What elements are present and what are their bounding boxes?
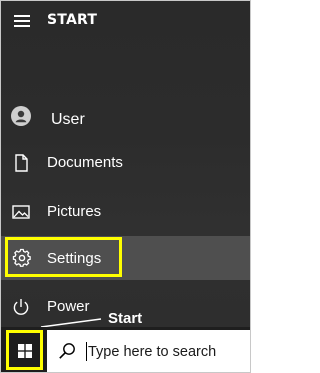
start-menu-panel: START User Documents Pictures Settings P… (1, 1, 250, 327)
search-placeholder: Type here to search (88, 344, 217, 360)
search-icon (59, 343, 75, 359)
taskbar: Type here to search (1, 327, 250, 372)
taskbar-search-box[interactable]: Type here to search (47, 330, 250, 372)
windows-logo-icon (18, 344, 32, 358)
start-button[interactable] (6, 330, 43, 370)
search-text-caret (86, 342, 87, 361)
start-annotation-label: Start (108, 310, 143, 327)
screenshot-frame: START User Documents Pictures Settings P… (0, 0, 251, 373)
start-annotation-pointer (40, 318, 102, 327)
